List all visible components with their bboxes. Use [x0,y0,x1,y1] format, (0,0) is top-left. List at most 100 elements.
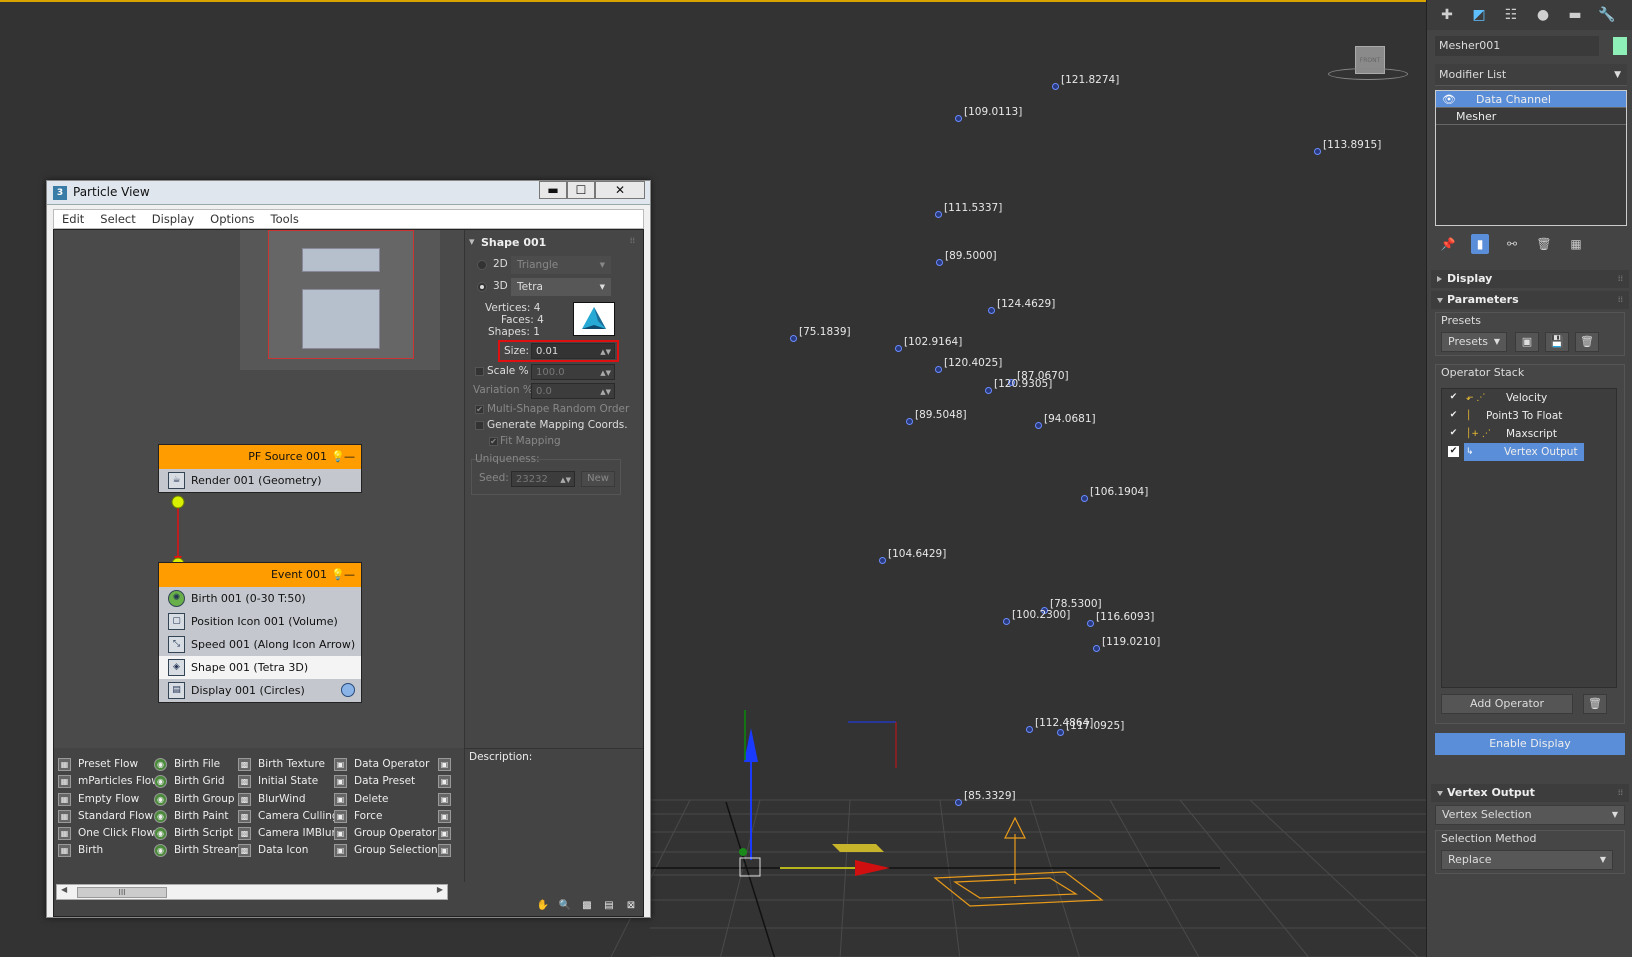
menu-tools[interactable]: Tools [263,210,307,228]
depot-item[interactable]: ◉ Birth Paint [154,808,241,825]
presets-dropdown[interactable]: Presets ▼ [1441,332,1507,352]
operator-maxscript[interactable]: ✔ │+ ⋰ Maxscript [1442,425,1616,443]
menu-options[interactable]: Options [202,210,262,228]
depot-item[interactable]: ▣ Delete [334,791,438,808]
radio-3d[interactable] [477,282,487,292]
spinner-icon[interactable]: ▲▼ [600,344,611,360]
create-tab-icon[interactable]: ✚ [1435,4,1459,26]
depot-item-icon[interactable]: ▣ [438,773,458,790]
check-icon[interactable]: ✔ [1448,446,1459,457]
check-icon[interactable]: ✔ [1448,428,1459,439]
no-zoom-icon[interactable]: ⊠ [623,900,639,914]
operator-shape[interactable]: ◈ Shape 001 (Tetra 3D) [159,656,361,679]
spinner-icon[interactable]: ▲▼ [600,384,611,400]
modifier-list-dropdown[interactable]: Modifier List ▼ [1435,64,1627,86]
depot-item[interactable]: ▣ Group Selection [334,842,438,859]
operator-velocity[interactable]: ✔ ⬐ ⋰ Velocity [1442,389,1616,407]
eye-icon[interactable]: 👁 [1442,91,1456,108]
zoom-extents-icon[interactable]: ▤ [601,900,617,914]
add-operator-button[interactable]: Add Operator [1441,694,1573,714]
spinner-icon[interactable]: ▲▼ [560,472,571,488]
configure-sets-icon[interactable]: ▦ [1567,234,1585,254]
scrollbar-thumb[interactable]: III [77,887,167,898]
operator-display[interactable]: ▤ Display 001 (Circles) [159,679,361,702]
scroll-right-icon[interactable]: ▶ [437,885,443,894]
operator-point3-to-float[interactable]: ✔ │ Point3 To Float [1442,407,1616,425]
depot-item[interactable]: ▦ One Click Flow [58,825,160,842]
operator-speed[interactable]: ⤡ Speed 001 (Along Icon Arrow) [159,633,361,656]
load-preset-icon[interactable]: ▣ [1515,332,1539,352]
depot-item-icon[interactable]: ▣ [438,808,458,825]
operator-position-icon[interactable]: ▢ Position Icon 001 (Volume) [159,610,361,633]
save-preset-icon[interactable]: 💾 [1545,332,1569,352]
display-color-swatch[interactable] [341,683,355,697]
zoom-icon[interactable]: 🔍 [557,900,573,914]
depot-item[interactable]: ▣ Data Operator [334,756,438,773]
shape-rollout-title[interactable]: Shape 001 [469,235,546,249]
menu-display[interactable]: Display [144,210,202,228]
check-icon[interactable]: ✔ [1448,410,1459,421]
depot-item[interactable]: ▦ Birth [58,842,160,859]
display-rollout[interactable]: Display ⁞⁞ [1431,270,1629,288]
object-name-field[interactable]: Mesher001 [1435,36,1599,56]
operator-render[interactable]: ☕ Render 001 (Geometry) [159,469,361,492]
depot-item[interactable]: ▩ Initial State [238,773,339,790]
depot-item[interactable]: ◉ Birth Grid [154,773,241,790]
depot-item-icon[interactable]: ▣ [438,791,458,808]
depot-item[interactable]: ◉ Birth File [154,756,241,773]
fit-mapping-checkbox[interactable]: ✔ [489,437,498,446]
variation-spinner[interactable]: 0.0 ▲▼ [531,383,615,399]
delete-preset-icon[interactable]: 🗑 [1575,332,1599,352]
object-color-swatch[interactable] [1613,37,1627,55]
seed-spinner[interactable]: 23232 ▲▼ [511,471,575,487]
depot-item[interactable]: ▣ Force [334,808,438,825]
close-icon[interactable]: ✕ [595,181,645,199]
display-tab-icon[interactable]: ▬ [1563,4,1587,26]
zoom-region-icon[interactable]: ▩ [579,900,595,914]
remove-modifier-icon[interactable]: 🗑 [1535,234,1553,254]
collapse-icon[interactable]: — [344,445,355,469]
depot-scrollbar[interactable]: ◀ III ▶ [56,884,448,900]
event-header[interactable]: Event 001 💡 — [159,563,361,587]
maximize-icon[interactable]: ☐ [567,181,595,199]
depot-item[interactable]: ▩ Camera Culling [238,808,339,825]
depot-item[interactable]: ▩ Birth Texture [238,756,339,773]
depot-item[interactable]: ▣ Data Preset [334,773,438,790]
depot-item[interactable]: ▦ Empty Flow [58,791,160,808]
depot-item[interactable]: ▣ Group Operator [334,825,438,842]
depot-item[interactable]: ▦ mParticles Flow [58,773,160,790]
vertex-selection-dropdown[interactable]: Vertex Selection ▼ [1435,805,1625,825]
new-seed-button[interactable]: New [581,471,615,487]
depot-item[interactable]: ▦ Standard Flow [58,808,160,825]
hierarchy-tab-icon[interactable]: ☷ [1499,4,1523,26]
vertex-output-rollout[interactable]: Vertex Output ⁞⁞ [1431,784,1629,802]
gen-mapping-checkbox[interactable] [475,421,484,430]
modify-tab-icon[interactable]: ◩ [1467,4,1491,26]
depot-item-icon[interactable]: ▣ [438,756,458,773]
collapse-icon[interactable]: — [344,563,355,587]
depot-item[interactable]: ▩ Camera IMBlur [238,825,339,842]
operator-vertex-output[interactable]: ✔ ↳ Vertex Output [1442,443,1616,461]
pan-icon[interactable]: ✋ [535,900,551,914]
depot-item[interactable]: ◉ Birth Group [154,791,241,808]
scroll-left-icon[interactable]: ◀ [61,885,67,894]
depot-item-icon[interactable]: ▣ [438,825,458,842]
delete-operator-icon[interactable]: 🗑 [1583,694,1607,714]
event-display[interactable]: PF Source 001 💡 — ☕ Render 001 (Geometry… [54,230,464,748]
shape-3d-dropdown[interactable]: Tetra ▼ [511,278,611,296]
stack-item-mesher[interactable]: Mesher [1436,108,1626,125]
make-unique-icon[interactable]: ⚯ [1503,234,1521,254]
depot-item[interactable]: ◉ Birth Stream [154,842,241,859]
multi-shape-checkbox[interactable]: ✔ [475,405,484,414]
scale-spinner[interactable]: 100.0 ▲▼ [531,364,615,380]
stack-item-data-channel[interactable]: 👁 Data Channel [1436,91,1626,108]
selection-method-dropdown[interactable]: Replace ▼ [1441,850,1613,870]
parameters-rollout[interactable]: Parameters ⁞⁞ [1431,291,1629,309]
event-node[interactable]: Event 001 💡 — ✺ Birth 001 (0-30 T:50) ▢ … [158,562,362,703]
viewcube-ring[interactable] [1328,68,1408,80]
spinner-icon[interactable]: ▲▼ [600,365,611,381]
pf-source-header[interactable]: PF Source 001 💡 — [159,445,361,469]
depot-item[interactable]: ▩ BlurWind [238,791,339,808]
depot-item[interactable]: ▩ Data Icon [238,842,339,859]
motion-tab-icon[interactable]: ● [1531,4,1555,26]
